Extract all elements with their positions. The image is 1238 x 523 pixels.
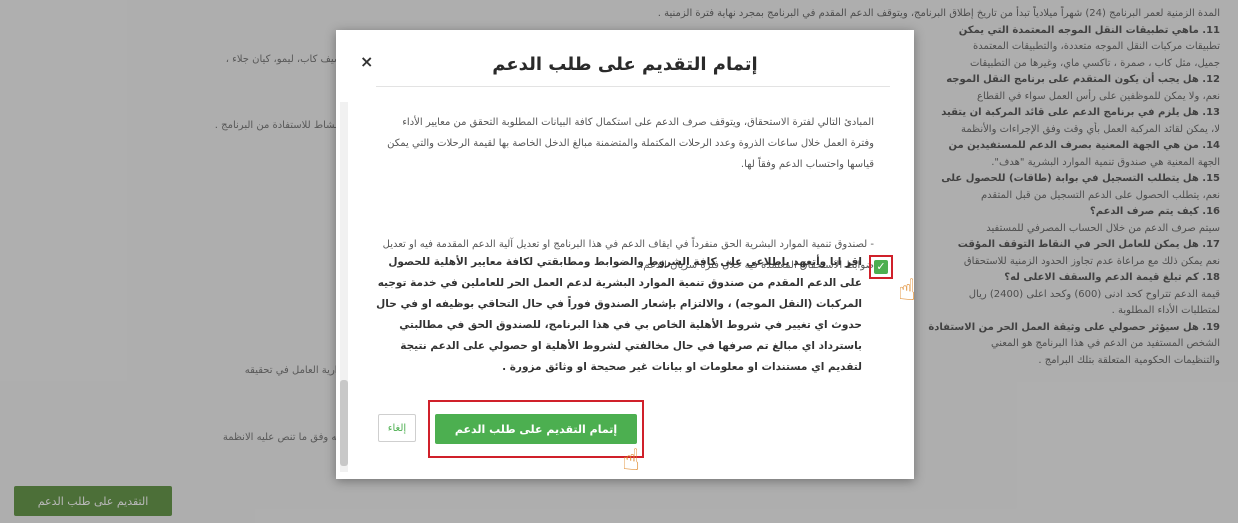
complete-application-button[interactable]: إتمام التقديم على طلب الدعم (435, 414, 637, 444)
modal-scrollbar[interactable] (340, 102, 348, 472)
pointer-hand-icon: ☝ (898, 273, 917, 308)
submit-highlight: إتمام التقديم على طلب الدعم (428, 400, 644, 458)
modal-title: إتمام التقديم على طلب الدعم (492, 54, 758, 75)
pointer-hand-icon: ☝ (622, 443, 641, 478)
agreement-checkbox[interactable]: ✓ (869, 255, 893, 279)
close-icon[interactable]: × (360, 52, 373, 71)
scrollbar-thumb[interactable] (340, 380, 348, 466)
cancel-button[interactable]: إلغاء (378, 414, 416, 442)
confirm-application-modal: × إتمام التقديم على طلب الدعم المبادئ ال… (336, 30, 917, 479)
title-divider (376, 86, 890, 87)
check-icon: ✓ (874, 260, 888, 274)
agreement-text: اقر انا وأتعهد باطلاعي على كافة الشروط و… (376, 256, 862, 373)
terms-paragraph: المبادئ التالي لفترة الاستحقاق، ويتوقف ص… (387, 117, 874, 170)
